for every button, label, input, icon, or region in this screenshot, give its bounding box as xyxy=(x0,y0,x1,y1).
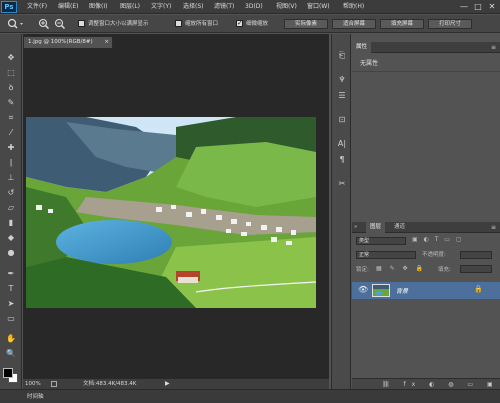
layers-panel-footer: ⛓ fx ◐ ◍ ▭ ▣ 🗑 xyxy=(352,378,500,399)
properties-panel-tabs: 属性 ≡ xyxy=(352,42,500,53)
zoom-all-windows-checkbox[interactable] xyxy=(175,20,182,27)
crop-tool-icon[interactable]: ⌗ xyxy=(4,112,18,124)
menu-file[interactable]: 文件(F) xyxy=(27,1,47,13)
brush-presets-panel-icon[interactable]: ♆ xyxy=(335,74,349,86)
menu-view[interactable]: 视图(V) xyxy=(276,1,297,13)
history-brush-tool-icon[interactable]: ↺ xyxy=(4,187,18,199)
adjustments-panel-icon[interactable]: ☰ xyxy=(335,90,349,102)
document-tab[interactable]: 1.jpg @ 100%(RGB/8#) × xyxy=(23,36,113,48)
zoom-in-icon[interactable] xyxy=(38,18,50,30)
brush-tool-icon[interactable]: ǀ xyxy=(4,157,18,169)
collapsed-panel-dock: ⎗ ♆ ☰ ⊡ A| ¶ ✂ xyxy=(331,34,351,389)
menu-type[interactable]: 文字(Y) xyxy=(151,1,171,13)
actual-pixels-button[interactable]: 实际像素 xyxy=(284,19,328,29)
blend-mode-select[interactable]: 正常 xyxy=(356,251,416,259)
fit-screen-button[interactable]: 适合屏幕 xyxy=(332,19,376,29)
document-tab-title: 1.jpg @ 100%(RGB/8#) xyxy=(28,39,93,45)
dodge-tool-icon[interactable]: ● xyxy=(4,247,18,259)
clone-source-panel-icon[interactable]: ⊡ xyxy=(335,114,349,126)
close-button[interactable]: ✕ xyxy=(486,1,498,12)
tab-layers[interactable]: 图层 xyxy=(366,222,386,233)
minimize-button[interactable]: — xyxy=(458,1,470,12)
scrubby-zoom-checkbox[interactable] xyxy=(236,19,243,27)
zoom-tool-preset-icon[interactable] xyxy=(6,18,26,30)
move-tool-icon[interactable]: ✥ xyxy=(4,52,18,64)
status-export-icon[interactable] xyxy=(51,381,57,387)
layers-panel-collapse-icon[interactable]: » xyxy=(352,222,366,233)
document-tab-close-icon[interactable]: × xyxy=(104,37,109,48)
menu-edit[interactable]: 编辑(E) xyxy=(58,1,78,13)
healing-brush-tool-icon[interactable]: ✚ xyxy=(4,142,18,154)
layers-panel-menu-icon[interactable]: ≡ xyxy=(491,222,496,233)
layer-filter-kind[interactable]: 类型 xyxy=(356,237,406,245)
menu-select[interactable]: 选择(S) xyxy=(183,1,204,13)
layer-visibility-eye-icon[interactable]: 👁 xyxy=(358,285,368,294)
blur-tool-icon[interactable]: ◆ xyxy=(4,232,18,244)
opacity-field[interactable] xyxy=(460,251,492,259)
photoshop-logo: Ps xyxy=(1,1,17,13)
properties-panel-menu-icon[interactable]: ≡ xyxy=(491,42,496,53)
layer-name[interactable]: 背景 xyxy=(396,286,408,295)
tab-properties[interactable]: 属性 xyxy=(352,42,372,53)
zoom-tool-icon[interactable]: 🔍 xyxy=(4,348,18,360)
hand-tool-icon[interactable]: ✋ xyxy=(4,333,18,345)
clone-stamp-tool-icon[interactable]: ⊥ xyxy=(4,172,18,184)
fill-label: 填充: xyxy=(438,267,451,273)
pen-tool-icon[interactable]: ✒ xyxy=(4,268,18,280)
zoom-level[interactable]: 100% xyxy=(25,380,41,389)
status-menu-arrow-icon[interactable]: ▶ xyxy=(165,380,170,387)
lock-label: 锁定: xyxy=(356,267,369,273)
menu-image[interactable]: 图像(I) xyxy=(89,1,107,13)
gradient-tool-icon[interactable]: ▮ xyxy=(4,217,18,229)
resize-windows-checkbox[interactable] xyxy=(78,20,85,27)
print-size-button[interactable]: 打印尺寸 xyxy=(428,19,472,29)
paragraph-panel-icon[interactable]: ¶ xyxy=(335,154,349,166)
lasso-tool-icon[interactable]: ꝺ xyxy=(4,82,18,94)
menu-filter[interactable]: 滤镜(T) xyxy=(214,1,234,13)
timeline-label[interactable]: 时间轴 xyxy=(27,392,44,402)
tool-presets-panel-icon[interactable]: ✂ xyxy=(335,178,349,190)
menu-help[interactable]: 帮助(H) xyxy=(343,1,364,13)
zoom-all-windows-label: 缩放所有窗口 xyxy=(185,21,219,27)
layer-filter-icons[interactable]: ▣ ◐ T ▭ ▢ xyxy=(412,236,464,243)
scrubby-zoom-label: 细微缩放 xyxy=(246,21,269,27)
quick-select-tool-icon[interactable]: ✎ xyxy=(4,97,18,109)
status-bar: 100% 文档:483.4K/483.4K ▶ xyxy=(23,378,329,389)
lock-options-icons[interactable]: ▦ ✎ ✥ 🔒 xyxy=(376,265,426,272)
canvas-image[interactable] xyxy=(26,117,316,308)
right-panels xyxy=(352,34,500,389)
properties-divider xyxy=(352,71,500,72)
eraser-tool-icon[interactable]: ▱ xyxy=(4,202,18,214)
character-panel-icon[interactable]: A| xyxy=(335,138,349,150)
resize-windows-label: 调整窗口大小以满屏显示 xyxy=(88,21,149,27)
layer-thumbnail xyxy=(372,284,390,297)
tools-panel: ✥ ⬚ ꝺ ✎ ⌗ ⁄ ✚ ǀ ⊥ ↺ ▱ ▮ ◆ ● ✒ T ➤ ▭ ✋ 🔍 … xyxy=(0,34,22,403)
maximize-button[interactable]: □ xyxy=(472,1,484,12)
path-selection-tool-icon[interactable]: ➤ xyxy=(4,298,18,310)
layer-filter-kind-label: 类型 xyxy=(359,238,370,244)
menu-window[interactable]: 窗口(W) xyxy=(307,1,330,13)
shape-tool-icon[interactable]: ▭ xyxy=(4,313,18,325)
menu-bar: Ps 文件(F) 编辑(E) 图像(I) 图层(L) 文字(Y) 选择(S) 滤… xyxy=(0,0,500,14)
timeline-bar: 时间轴 xyxy=(0,389,500,403)
menu-3d[interactable]: 3D(D) xyxy=(245,1,263,13)
type-tool-icon[interactable]: T xyxy=(4,283,18,295)
foreground-color-swatch-front[interactable] xyxy=(3,368,13,378)
document-size-info: 文档:483.4K/483.4K xyxy=(83,381,137,387)
zoom-out-icon[interactable] xyxy=(54,18,66,30)
opacity-label: 不透明度: xyxy=(422,252,446,258)
marquee-tool-icon[interactable]: ⬚ xyxy=(4,67,18,79)
menu-layer[interactable]: 图层(L) xyxy=(120,1,140,13)
fill-screen-button[interactable]: 填充屏幕 xyxy=(380,19,424,29)
properties-content: 无属性 xyxy=(360,60,379,67)
layers-panel-tabs: » 图层 通道 ≡ xyxy=(352,222,500,233)
fill-field[interactable] xyxy=(460,265,492,273)
eyedropper-tool-icon[interactable]: ⁄ xyxy=(4,127,18,139)
layer-lock-icon: 🔒 xyxy=(474,285,483,293)
tab-channels[interactable]: 通道 xyxy=(390,222,409,233)
history-panel-icon[interactable]: ⎗ xyxy=(335,50,349,62)
blend-mode-value: 正常 xyxy=(359,252,370,258)
options-bar: 调整窗口大小以满屏显示 缩放所有窗口 细微缩放 实际像素 适合屏幕 填充屏幕 打… xyxy=(0,15,500,33)
